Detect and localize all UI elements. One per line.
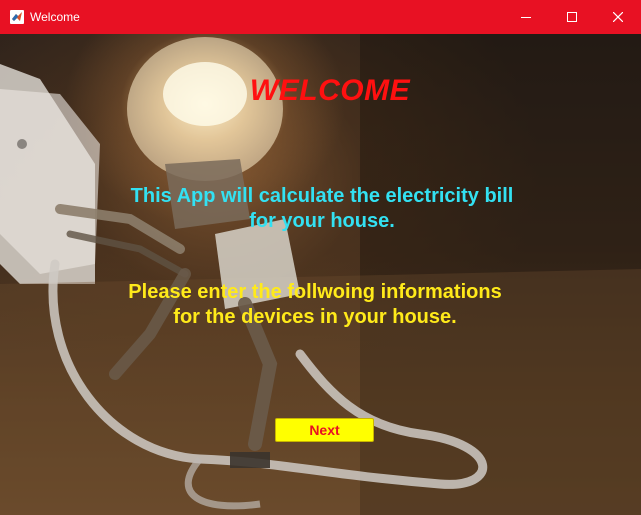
instruction-line-1: Please enter the follwoing informations	[128, 281, 502, 303]
next-button[interactable]: Next	[275, 418, 374, 442]
intro-line-1: This App will calculate the electricity …	[130, 185, 514, 207]
title-bar[interactable]: Welcome	[0, 0, 641, 34]
intro-line-2: for your house.	[249, 210, 395, 232]
maximize-icon	[567, 12, 577, 22]
welcome-heading: WELCOME	[249, 74, 411, 107]
close-icon	[613, 12, 623, 22]
welcome-panel: WELCOME This App will calculate the elec…	[0, 34, 641, 515]
minimize-icon	[521, 17, 531, 18]
matlab-icon	[10, 10, 24, 24]
intro-message: This App will calculate the electricity …	[0, 184, 641, 234]
instruction-line-2: for the devices in your house.	[173, 306, 457, 328]
close-button[interactable]	[595, 0, 641, 34]
app-window: Welcome WELCOME This App will calculate …	[0, 0, 641, 515]
maximize-button[interactable]	[549, 0, 595, 34]
minimize-button[interactable]	[503, 0, 549, 34]
instruction-message: Please enter the follwoing informations …	[0, 280, 630, 330]
window-title: Welcome	[30, 10, 80, 24]
